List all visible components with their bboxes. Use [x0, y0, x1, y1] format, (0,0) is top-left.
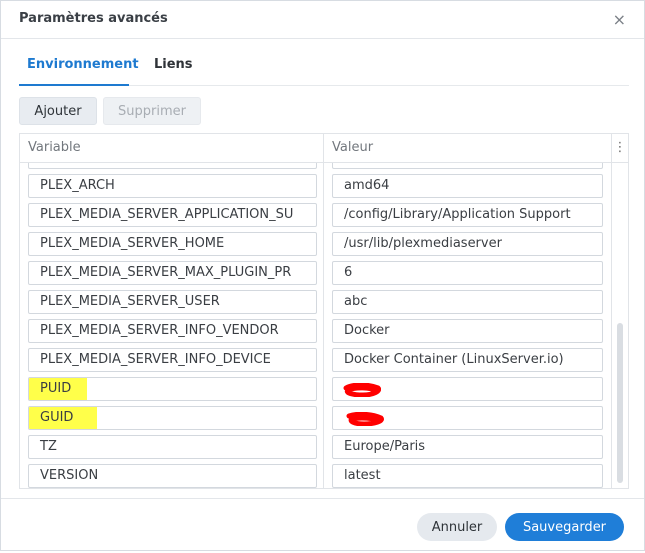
- variable-field[interactable]: PLEX_ARCH: [28, 174, 317, 198]
- table-row: PLEX_MEDIA_SERVER_USER abc: [20, 287, 612, 316]
- grid-rows: PLEX_ARCH amd64 PLEX_MEDIA_SERVER_APPLIC…: [20, 163, 612, 488]
- variable-field[interactable]: PLEX_MEDIA_SERVER_INFO_VENDOR: [28, 319, 317, 343]
- variable-field[interactable]: [28, 163, 317, 169]
- variable-field[interactable]: PLEX_MEDIA_SERVER_MAX_PLUGIN_PR: [28, 261, 317, 285]
- table-row: PUID: [20, 374, 612, 403]
- grid-header: Variable Valeur ⋮: [20, 134, 628, 163]
- table-row: PLEX_MEDIA_SERVER_HOME /usr/lib/plexmedi…: [20, 229, 612, 258]
- variable-field[interactable]: PLEX_MEDIA_SERVER_HOME: [28, 232, 317, 256]
- advanced-settings-dialog: Paramètres avancés × Environnement Liens…: [0, 0, 645, 551]
- variable-field[interactable]: VERSION: [28, 464, 317, 488]
- scrollbar-thumb[interactable]: [617, 323, 623, 483]
- env-variables-grid: Variable Valeur ⋮ PLEX_ARCH amd64 PLEX_M…: [19, 133, 629, 489]
- value-field[interactable]: abc: [332, 290, 603, 314]
- table-row: GUID: [20, 403, 612, 432]
- tab-liens[interactable]: Liens: [154, 57, 193, 72]
- value-field[interactable]: Europe/Paris: [332, 435, 603, 459]
- column-menu-icon[interactable]: ⋮: [612, 134, 628, 162]
- dialog-titlebar: Paramètres avancés ×: [1, 1, 644, 39]
- close-icon[interactable]: ×: [613, 10, 626, 29]
- value-field[interactable]: Docker: [332, 319, 603, 343]
- dialog-title: Paramètres avancés: [19, 11, 168, 26]
- value-field[interactable]: latest: [332, 464, 603, 488]
- variable-field[interactable]: PLEX_MEDIA_SERVER_USER: [28, 290, 317, 314]
- table-row: VERSION latest: [20, 461, 612, 488]
- table-row: [20, 163, 612, 171]
- variable-text: GUID: [40, 410, 74, 425]
- variable-field[interactable]: PLEX_MEDIA_SERVER_INFO_DEVICE: [28, 348, 317, 372]
- value-field[interactable]: amd64: [332, 174, 603, 198]
- dialog-footer: Annuler Sauvegarder: [1, 498, 644, 553]
- table-row: PLEX_MEDIA_SERVER_MAX_PLUGIN_PR 6: [20, 258, 612, 287]
- column-header-variable[interactable]: Variable: [20, 134, 324, 162]
- variable-field[interactable]: PUID: [28, 377, 317, 401]
- tab-environnement[interactable]: Environnement: [27, 57, 139, 72]
- value-field[interactable]: [332, 377, 603, 401]
- delete-button: Supprimer: [103, 97, 201, 125]
- redaction-scribble: [346, 412, 385, 426]
- variable-field[interactable]: TZ: [28, 435, 317, 459]
- table-row: TZ Europe/Paris: [20, 432, 612, 461]
- redaction-scribble: [343, 383, 381, 397]
- table-row: PLEX_MEDIA_SERVER_INFO_DEVICE Docker Con…: [20, 345, 612, 374]
- value-field[interactable]: Docker Container (LinuxServer.io): [332, 348, 603, 372]
- scrollbar-track[interactable]: [612, 163, 628, 488]
- variable-field[interactable]: PLEX_MEDIA_SERVER_APPLICATION_SU: [28, 203, 317, 227]
- table-row: PLEX_MEDIA_SERVER_INFO_VENDOR Docker: [20, 316, 612, 345]
- value-field[interactable]: [332, 406, 603, 430]
- save-button[interactable]: Sauvegarder: [505, 513, 624, 541]
- cancel-button[interactable]: Annuler: [417, 513, 497, 541]
- add-button[interactable]: Ajouter: [19, 97, 97, 125]
- value-field[interactable]: [332, 163, 603, 169]
- table-row: PLEX_ARCH amd64: [20, 171, 612, 200]
- value-field[interactable]: 6: [332, 261, 603, 285]
- column-header-value[interactable]: Valeur: [324, 134, 612, 162]
- variable-text: PUID: [40, 381, 72, 396]
- tab-bar: Environnement Liens: [19, 57, 629, 86]
- table-row: PLEX_MEDIA_SERVER_APPLICATION_SU /config…: [20, 200, 612, 229]
- value-field[interactable]: /config/Library/Application Support: [332, 203, 603, 227]
- value-field[interactable]: /usr/lib/plexmediaserver: [332, 232, 603, 256]
- active-tab-indicator: [19, 84, 129, 86]
- variable-field[interactable]: GUID: [28, 406, 317, 430]
